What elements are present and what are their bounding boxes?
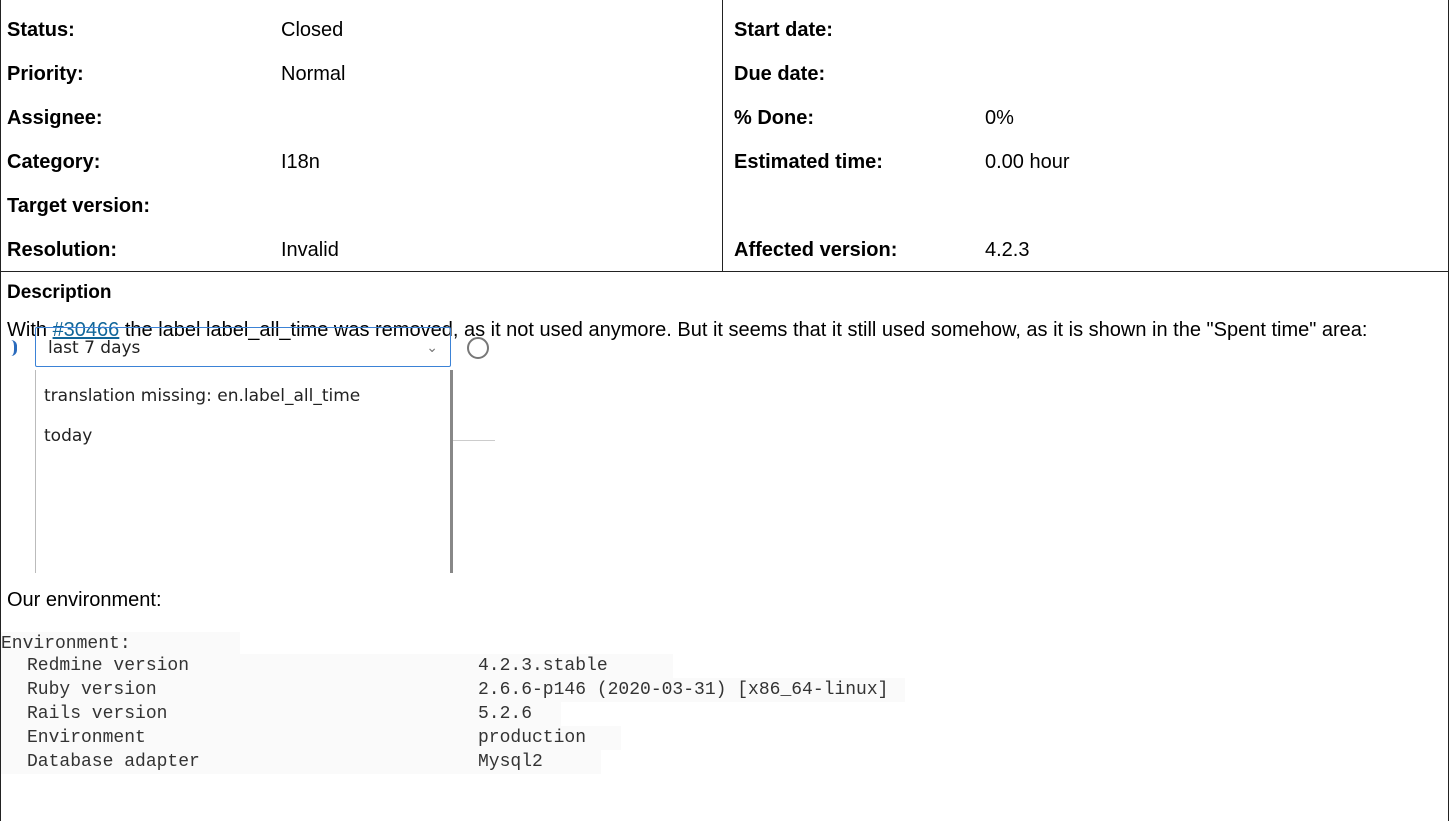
environment-intro: Our environment: [7,589,162,611]
code-value: 5.2.6 [478,704,533,724]
column-divider [722,0,723,272]
code-key: Environment [27,728,146,748]
start-date-label: Start date: [734,19,833,41]
category-label: Category: [7,151,101,173]
section-divider [1,271,1448,272]
affected-version-label: Affected version: [734,239,898,261]
estimated-time-value: 0.00 hour [985,151,1070,173]
code-value: 2.6.6-p146 (2020-03-31) [x86_64-linux] [478,680,889,700]
estimated-time-label: Estimated time: [734,151,883,173]
embedded-screenshot: last 7 days ⌄ translation missing: en.la… [1,318,501,573]
assignee-label: Assignee: [7,107,103,129]
code-line: Rails version 5.2.6 [1,702,561,726]
issue-details: Status: Closed Priority: Normal Assignee… [0,0,1449,821]
description-title: Description [7,282,112,303]
priority-value: Normal [281,63,346,85]
period-option: translation missing: en.label_all_time [44,386,361,406]
resolution-value: Invalid [281,239,339,261]
code-value: Mysql2 [478,752,543,772]
done-ratio-label: % Done: [734,107,814,129]
chevron-down-icon: ⌄ [426,340,438,356]
code-heading: Environment: [1,632,240,656]
code-line: Database adapter Mysql2 [1,750,601,774]
category-value: I18n [281,151,320,173]
attributes-table: Status: Closed Priority: Normal Assignee… [1,0,1448,272]
code-key: Redmine version [27,656,190,676]
done-ratio-value: 0% [985,107,1014,129]
code-key: Database adapter [27,752,200,772]
resolution-label: Resolution: [7,239,117,261]
divider-line [453,440,495,441]
code-line: Environment production [1,726,621,750]
affected-version-value: 4.2.3 [985,239,1030,261]
code-key: Rails version [27,704,168,724]
period-options-list: translation missing: en.label_all_time t… [35,370,453,573]
status-label: Status: [7,19,75,41]
radio-icon [467,337,489,359]
code-value: 4.2.3.stable [478,656,608,676]
period-select-value: last 7 days [48,338,141,358]
code-value: production [478,728,587,748]
status-value: Closed [281,19,344,41]
code-line: Redmine version 4.2.3.stable [1,654,673,678]
target-version-label: Target version: [7,195,150,217]
period-option: today [44,426,93,446]
period-select: last 7 days ⌄ [35,327,451,367]
due-date-label: Due date: [734,63,826,85]
priority-label: Priority: [7,63,84,85]
code-key: Ruby version [27,680,157,700]
code-line: Ruby version 2.6.6-p146 (2020-03-31) [x86… [1,678,905,702]
radio-partial-icon [11,340,17,356]
